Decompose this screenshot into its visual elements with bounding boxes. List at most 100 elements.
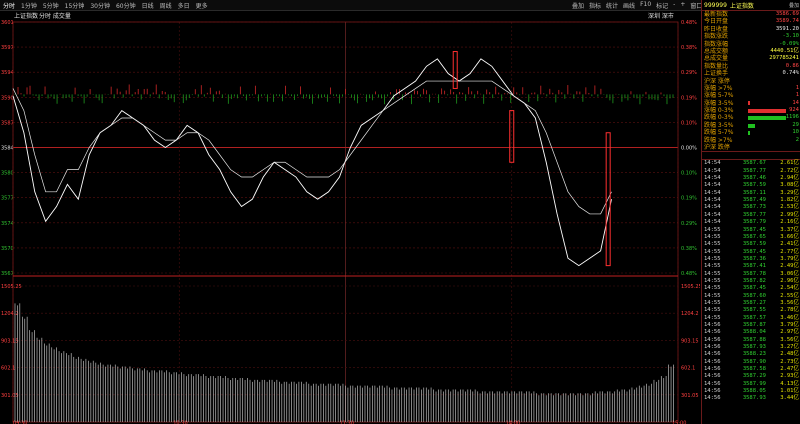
tick-row: 14:55 3587.45 3.37亿 bbox=[702, 227, 800, 234]
stat-value: -3.10 bbox=[782, 33, 799, 40]
period-tabs: 分时 1分钟 5分钟 15分钟 30分钟 60分钟 日线 周线 多日 更多 bbox=[0, 1, 208, 10]
tool-button[interactable]: 标记 bbox=[656, 1, 668, 10]
tool-button[interactable]: 指标 bbox=[589, 1, 601, 10]
tick-volume: 3.06亿 bbox=[780, 270, 799, 277]
overlay-button[interactable]: 叠加 bbox=[789, 2, 800, 9]
price-tick-label: 3577 bbox=[1, 196, 14, 202]
period-tab[interactable]: 30分钟 bbox=[90, 1, 110, 10]
tick-price: 3588.05 bbox=[742, 388, 766, 395]
tick-price: 3587.82 bbox=[742, 277, 766, 284]
volume-tick-label-right: 602.1 bbox=[681, 366, 695, 372]
tick-price: 3587.67 bbox=[742, 160, 766, 167]
tick-row: 14:54 3587.59 3.08亿 bbox=[702, 182, 800, 189]
intraday-chart[interactable]: 上证指数 分时 成交量 深圳 深市 3601 0.48% 3597 0.38% 3594 0.2… bbox=[0, 10, 700, 424]
period-tab[interactable]: 多日 bbox=[178, 1, 190, 10]
tool-button[interactable]: F10 bbox=[640, 1, 651, 10]
index-name: 上证指数 bbox=[729, 2, 754, 10]
dist-value: 2 bbox=[795, 136, 799, 143]
time-tick-label: 10:30 bbox=[173, 421, 187, 424]
tick-price: 3587.49 bbox=[742, 197, 766, 204]
tick-price: 3587.90 bbox=[742, 358, 766, 365]
stat-label: 总成交量 bbox=[704, 55, 729, 63]
tick-time: 14:55 bbox=[704, 314, 721, 321]
stat-value: 3591.20 bbox=[775, 25, 799, 32]
price-tick-label: 3580 bbox=[1, 171, 14, 177]
tick-time: 14:55 bbox=[704, 263, 721, 270]
tick-price: 3587.11 bbox=[742, 189, 766, 196]
chart-index-name: 上证指数 bbox=[14, 12, 38, 20]
period-tab[interactable]: 60分钟 bbox=[116, 1, 136, 10]
tick-price: 3587.59 bbox=[742, 182, 766, 189]
chart-overlay-label: 分时 成交量 bbox=[39, 12, 71, 20]
quote-header: 999999 上证指数 叠加 bbox=[702, 0, 800, 11]
tick-time: 14:55 bbox=[704, 270, 721, 277]
stat-row: 上证换手 0.74% bbox=[702, 70, 800, 77]
dist-value: 14 bbox=[792, 99, 799, 106]
tick-row: 14:56 3587.29 2.93亿 bbox=[702, 373, 800, 380]
period-tab[interactable]: 15分钟 bbox=[65, 1, 85, 10]
volume-tick-label: 301.05 bbox=[1, 393, 19, 399]
tick-price: 3587.78 bbox=[742, 270, 766, 277]
tick-price: 3587.36 bbox=[742, 255, 766, 262]
tick-row: 14:54 3587.73 2.53亿 bbox=[702, 204, 800, 211]
tick-time: 14:54 bbox=[704, 211, 721, 218]
volume-tick-label-right: 301.05 bbox=[681, 393, 699, 399]
tick-row: 14:55 3587.78 3.06亿 bbox=[702, 271, 800, 278]
dist-row: 涨幅 5-7% 1 bbox=[702, 92, 800, 99]
tick-time: 14:55 bbox=[704, 241, 721, 248]
pct-tick-label: 0.48% bbox=[681, 271, 697, 277]
volume-tick-label: 602.1 bbox=[1, 366, 15, 372]
period-tab[interactable]: 日线 bbox=[142, 1, 154, 10]
period-tab[interactable]: 5分钟 bbox=[43, 1, 59, 10]
tick-volume: 2.97亿 bbox=[780, 329, 799, 336]
tool-button[interactable]: 画线 bbox=[623, 1, 635, 10]
tick-price: 3587.41 bbox=[742, 263, 766, 270]
pct-tick-label: 0.10% bbox=[681, 171, 697, 177]
time-tick-label: 11:30 bbox=[340, 421, 354, 424]
volume-tick-label: 903.15 bbox=[1, 338, 19, 344]
pct-tick-label: 0.10% bbox=[681, 120, 697, 126]
tool-button[interactable]: 统计 bbox=[606, 1, 618, 10]
tick-time: 14:55 bbox=[704, 277, 721, 284]
tick-time: 14:54 bbox=[704, 175, 721, 182]
price-tick-label: 3584 bbox=[1, 146, 14, 152]
dist-bar bbox=[748, 130, 750, 135]
stat-value: 0.86 bbox=[785, 62, 799, 69]
volume-tick-label: 1204.2 bbox=[1, 311, 19, 317]
tick-price: 3588.04 bbox=[742, 329, 766, 336]
stat-value: -0.09% bbox=[779, 40, 799, 47]
tick-time: 14:56 bbox=[704, 366, 721, 373]
tick-row: 14:56 3587.88 3.56亿 bbox=[702, 337, 800, 344]
tick-price: 3587.45 bbox=[742, 248, 766, 255]
tick-row: 14:55 3587.41 2.49亿 bbox=[702, 263, 800, 270]
dist-label: 跌幅 >7% bbox=[704, 136, 733, 144]
tick-price: 3587.57 bbox=[742, 314, 766, 321]
dist-value: 1196 bbox=[785, 114, 799, 121]
tick-row: 14:55 3587.45 2.54亿 bbox=[702, 285, 800, 292]
dist-value: 29 bbox=[792, 121, 799, 128]
tick-row: 14:56 3588.04 2.97亿 bbox=[702, 329, 800, 336]
price-tick-label: 3567 bbox=[1, 271, 14, 277]
period-tab[interactable]: 分时 bbox=[3, 1, 15, 10]
tick-time: 14:54 bbox=[704, 219, 721, 226]
stat-label: 指数涨幅 bbox=[704, 40, 729, 48]
tool-button[interactable]: 叠加 bbox=[572, 1, 584, 10]
dist-bar bbox=[748, 123, 755, 128]
period-tab[interactable]: 1分钟 bbox=[21, 1, 37, 10]
chart-tools: 叠加指标统计画线F10标记-+窗口▾ bbox=[572, 1, 710, 10]
tick-time: 14:56 bbox=[704, 336, 721, 343]
tool-button[interactable]: - bbox=[673, 1, 675, 10]
tick-time: 14:55 bbox=[704, 226, 721, 233]
dist-row: 涨幅 3-5% 14 bbox=[702, 100, 800, 107]
tick-row: 14:56 3587.90 2.73亿 bbox=[702, 359, 800, 366]
price-tick-label: 3590 bbox=[1, 95, 14, 101]
tick-time: 14:54 bbox=[704, 160, 721, 167]
tick-price: 3587.88 bbox=[742, 336, 766, 343]
dist-label: 涨幅 3-5% bbox=[704, 99, 734, 107]
pct-tick-label: 0.29% bbox=[681, 221, 697, 227]
period-tab[interactable]: 周线 bbox=[160, 1, 172, 10]
tick-time: 14:55 bbox=[704, 292, 721, 299]
period-tab[interactable]: 更多 bbox=[196, 1, 208, 10]
tick-time: 14:55 bbox=[704, 299, 721, 306]
tool-button[interactable]: + bbox=[680, 1, 685, 10]
